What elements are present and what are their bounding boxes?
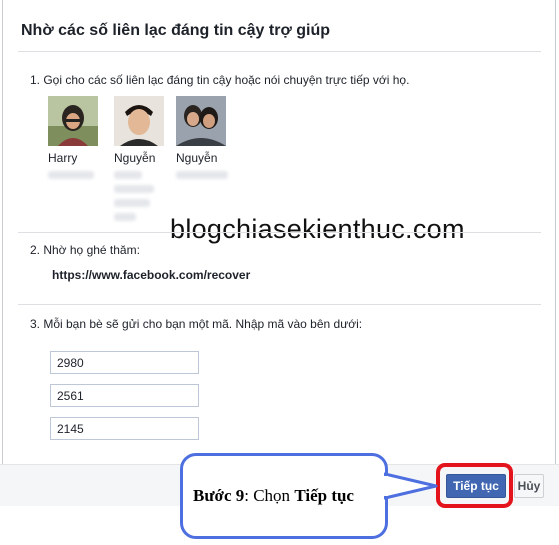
blurred-contact-detail (114, 213, 136, 221)
callout-pointer-icon (384, 472, 438, 500)
blurred-contact-detail (114, 171, 142, 179)
blurred-contact-detail (114, 199, 150, 207)
divider (18, 51, 541, 52)
blurred-contact-detail (114, 185, 154, 193)
avatar (48, 96, 98, 146)
step-2-instruction: 2. Nhờ họ ghé thăm: (30, 243, 140, 257)
dialog-title: Nhờ các số liên lạc đáng tin cậy trợ giú… (21, 22, 331, 39)
contact-name: Harry (48, 151, 78, 165)
highlight-box (436, 463, 513, 508)
code-input-2[interactable] (50, 384, 199, 407)
divider (18, 304, 541, 305)
contact-name: Nguyễn (114, 151, 156, 165)
cancel-button[interactable]: Hủy (514, 474, 544, 498)
contact-card[interactable]: Nguyễn (176, 96, 240, 179)
step-3-instruction: 3. Mỗi bạn bè sẽ gửi cho bạn một mã. Nhậ… (30, 317, 363, 331)
blurred-contact-detail (176, 171, 228, 179)
callout-separator: : Chọn (244, 486, 295, 505)
recover-url: https://www.facebook.com/recover (52, 268, 251, 282)
watermark: blogchiasekienthuc.com (170, 214, 465, 244)
contact-card[interactable]: Nguyễn (114, 96, 178, 221)
blurred-contact-detail (48, 171, 94, 179)
callout-action: Tiếp tục (294, 486, 354, 505)
divider (18, 232, 541, 233)
contact-card[interactable]: Harry (48, 96, 112, 179)
code-input-1[interactable] (50, 351, 199, 374)
callout-text: Bước 9: Chọn Tiếp tục (193, 486, 354, 506)
contact-name: Nguyễn (176, 151, 218, 165)
avatar (114, 96, 164, 146)
step-1-instruction: 1. Gọi cho các số liên lạc đáng tin cậy … (30, 73, 410, 87)
code-input-3[interactable] (50, 417, 199, 440)
avatar (176, 96, 226, 146)
callout-step-label: Bước 9 (193, 486, 245, 505)
